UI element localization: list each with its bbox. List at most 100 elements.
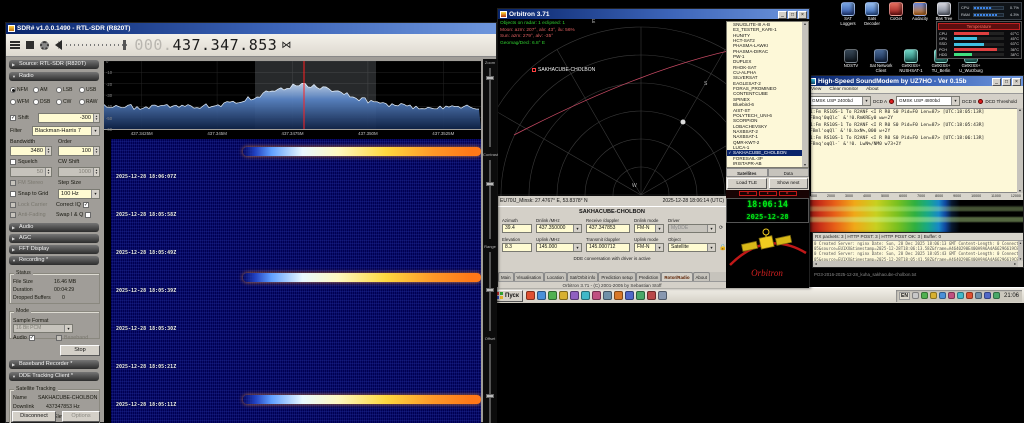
desktop-icon-coget[interactable]: CoGet (884, 2, 908, 26)
panel-header-audio[interactable]: ▶ Audio (9, 223, 99, 232)
snap-to-grid-checkbox[interactable]: Snap to Grid (10, 191, 48, 197)
mode-dsb[interactable]: DSB (33, 96, 56, 108)
panel-header-source[interactable]: ▶ Source: RTL-SDR (R820T) (9, 60, 99, 69)
menu-clear-monitor[interactable]: Clear monitor (829, 86, 858, 93)
tab-visualisation[interactable]: Visualisation (513, 272, 545, 281)
quicklaunch-icon[interactable] (569, 291, 579, 300)
modem-b-dropdown[interactable]: GMSK USP 4800bd ▼ (896, 96, 961, 106)
slider-zoom[interactable]: Zoom (483, 60, 497, 151)
sdrsharp-titlebar[interactable]: SDR# v1.0.0.1490 - RTL-SDR (R820T) (6, 23, 496, 34)
tray-icon[interactable] (947, 292, 955, 299)
load-tle-button[interactable]: Load TLE (727, 177, 767, 189)
driver-refresh-icon[interactable]: ⟳ (719, 225, 723, 231)
slider-thumb[interactable] (486, 76, 494, 80)
driver-dropdown[interactable]: MyDDE ▼ (668, 224, 716, 233)
panel-header-radio[interactable]: ▼ Radio (9, 72, 99, 81)
quicklaunch-icon[interactable] (525, 291, 535, 300)
dropdown-arrow-icon[interactable]: ▼ (91, 127, 99, 135)
downlink-dropdown[interactable]: 437.350000 ▼ (536, 224, 582, 233)
volume-slider-thumb[interactable] (123, 40, 127, 50)
tray-icon[interactable] (929, 292, 937, 299)
scroll-down-icon[interactable]: ▼ (1018, 257, 1023, 261)
order-input[interactable]: 100 ▲ ▼ (58, 146, 100, 156)
options-button[interactable]: Options (62, 411, 100, 422)
mode-cw[interactable]: CW (56, 96, 79, 108)
minimize-icon[interactable]: _ (992, 77, 1001, 86)
scroll-up-icon[interactable]: ▲ (1018, 241, 1023, 245)
mode-am[interactable]: AM (33, 84, 56, 96)
maximize-icon[interactable]: □ (788, 10, 797, 19)
tab-prediction[interactable]: Prediction (635, 272, 662, 281)
close-icon[interactable]: × (798, 10, 807, 19)
satellite-marker[interactable]: SAKHACUBE-CHOLBON (532, 67, 595, 73)
checkbox-checked-icon[interactable]: ✓ (28, 335, 35, 341)
audio-checkbox[interactable]: Audio ✓ (13, 335, 35, 341)
slider-range[interactable]: Range (483, 244, 497, 335)
uplink-dropdown[interactable]: 145.000 ▼ (536, 243, 582, 252)
mode-lsb[interactable]: LSB (56, 84, 79, 96)
shift-input[interactable]: -300 ▲ ▼ (38, 113, 100, 123)
monitor-scrollbar[interactable]: ▲ ▼ (1017, 108, 1023, 193)
receive-doppler-field[interactable]: 437.347853 (586, 224, 630, 233)
tray-icon[interactable] (974, 292, 982, 299)
stop-button[interactable]: Stop (60, 345, 100, 356)
volume-slider-track[interactable] (66, 44, 129, 46)
desktop-icon-sat-network-client[interactable]: Sat Network Client (866, 49, 896, 73)
tab-satellites[interactable]: Satellites (726, 167, 768, 177)
tray-icon[interactable] (965, 292, 973, 299)
quicklaunch-icon[interactable] (657, 291, 667, 300)
tab-sat-orbit-info[interactable]: Sat/Orbit info (566, 272, 599, 281)
checkbox-checked-icon[interactable]: ✓ (10, 115, 16, 121)
swap-iq-checkbox[interactable]: Swap I & Q (56, 212, 92, 218)
slider-thumb[interactable] (486, 394, 494, 398)
time-rewind-icon[interactable]: ◄ (738, 191, 757, 197)
volume-slider[interactable] (66, 40, 129, 50)
menu-view[interactable]: View (811, 86, 821, 93)
checkbox-icon[interactable] (85, 212, 92, 218)
scroll-left-icon[interactable]: ◄ (814, 261, 817, 267)
language-indicator[interactable]: EN (899, 291, 910, 300)
elevation-field[interactable]: 8.3 (502, 243, 532, 252)
quicklaunch-icon[interactable] (613, 291, 623, 300)
spinner-icon[interactable]: ▲ ▼ (93, 147, 99, 155)
tab-main[interactable]: Main (498, 272, 514, 281)
spectrum-display[interactable]: 0 -10 -20 -30 -40 -50 -60 (103, 59, 481, 132)
uplink-mode-dropdown[interactable]: FM-N ▼ (634, 243, 664, 252)
slider-thumb[interactable] (486, 182, 494, 186)
desktop-icon-nostv[interactable]: NOSTV (836, 49, 866, 73)
correct-iq-checkbox[interactable]: Correct IQ ✓ (56, 202, 89, 208)
downlink-mode-dropdown[interactable]: FM-N ▼ (634, 224, 664, 233)
dropdown-arrow-icon[interactable]: ▼ (951, 97, 960, 105)
radio-button-icon[interactable] (56, 87, 62, 93)
frequency-value[interactable]: 437.347.853 (172, 36, 277, 54)
radio-button-icon[interactable] (10, 87, 16, 93)
disconnect-button[interactable]: Disconnect (12, 411, 56, 422)
show-next-button[interactable]: Show next (768, 177, 808, 189)
tray-icon[interactable] (956, 292, 964, 299)
quicklaunch-icon[interactable] (558, 291, 568, 300)
satellite-list-scrollbar[interactable]: ▲ ▼ (802, 22, 808, 167)
waterfall-display[interactable]: 2025-12-28 18:06:07Z 2025-12-28 18:05:58Z… (104, 139, 481, 423)
scroll-down-icon[interactable]: ▼ (802, 163, 808, 167)
radio-button-icon[interactable] (33, 99, 39, 105)
quicklaunch-icon[interactable] (646, 291, 656, 300)
mode-raw[interactable]: RAW (79, 96, 102, 108)
time-forward-icon[interactable]: ► (778, 191, 797, 197)
frequency-display[interactable]: 000. 437.347.853 ⋈ (134, 36, 291, 54)
quicklaunch-icon[interactable] (602, 291, 612, 300)
desktop-icon-sats-decoder[interactable]: Sats Decoder (860, 2, 884, 26)
dropdown-arrow-icon[interactable]: ▼ (862, 97, 870, 105)
modem-a-dropdown[interactable]: GMSK USP 2400bd ▼ (809, 96, 871, 106)
slider-track[interactable] (489, 344, 491, 423)
menu-icon[interactable] (10, 41, 20, 49)
mode-nfm[interactable]: NFM (10, 84, 33, 96)
transmit-doppler-field[interactable]: 145.000712 (586, 243, 630, 252)
maximize-icon[interactable]: □ (1002, 77, 1011, 86)
panel-header-recording[interactable]: ▼ Recording * (9, 256, 99, 265)
http-log-vscrollbar[interactable]: ▲ ▼ (1018, 241, 1023, 261)
azimuth-field[interactable]: 39.4 (502, 224, 532, 233)
slider-offset[interactable]: Offset (483, 336, 497, 423)
tab-data[interactable]: Data (767, 167, 809, 177)
sample-format-dropdown[interactable]: 16 Bit PCM ▼ (13, 324, 73, 333)
quicklaunch-icon[interactable] (547, 291, 557, 300)
